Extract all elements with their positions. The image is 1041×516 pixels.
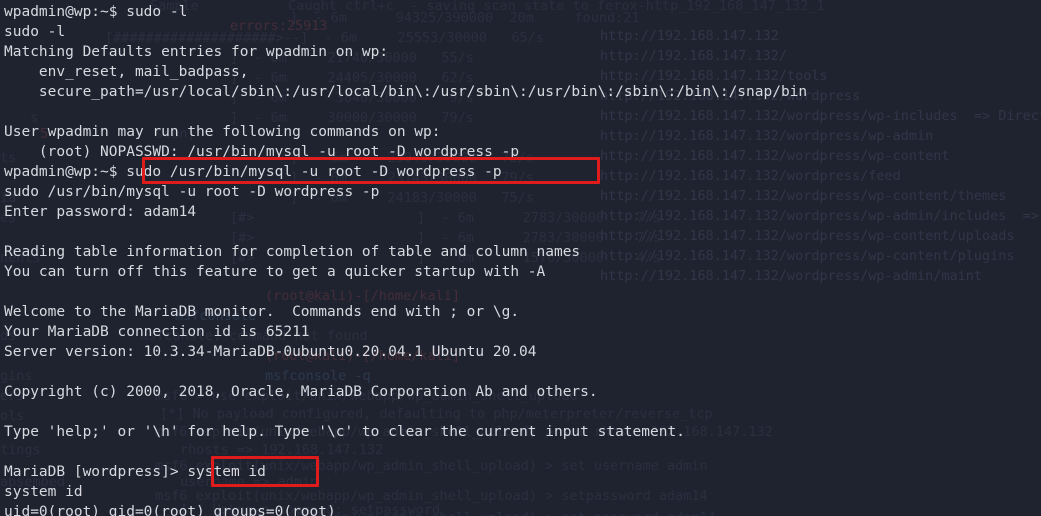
terminal-line: env_reset, mail_badpass,: [4, 64, 249, 80]
terminal-line: You can turn off this feature to get a q…: [4, 264, 546, 280]
terminal-line: uid=0(root) gid=0(root) groups=0(root): [4, 504, 336, 516]
terminal-line: sudo -l: [4, 24, 66, 40]
terminal-line: Copyright (c) 2000, 2018, Oracle, MariaD…: [4, 384, 598, 400]
terminal-line: wpadmin@wp:~$ sudo -l: [4, 4, 188, 20]
terminal-line: secure_path=/usr/local/sbin\:/usr/local/…: [4, 84, 808, 100]
terminal-line: Type 'help;' or '\h' for help. Type '\c'…: [4, 424, 685, 440]
terminal-line: Welcome to the MariaDB monitor. Commands…: [4, 304, 520, 320]
terminal-line: User wpadmin may run the following comma…: [4, 124, 441, 140]
terminal-window: Sample Caught ctrl+c - saving scan state…: [0, 0, 1041, 516]
terminal-line: Reading table information for completion…: [4, 244, 581, 260]
terminal-output-layer: wpadmin@wp:~$ sudo -l sudo -l Matching Def…: [0, 0, 1041, 516]
terminal-line: Matching Defaults entries for wpadmin on…: [4, 44, 389, 60]
terminal-line: sudo /usr/bin/mysql -u root -D wordpress…: [4, 184, 380, 200]
terminal-line: Your MariaDB connection id is 65211: [4, 324, 310, 340]
terminal-line: Server version: 10.3.34-MariaDB-0ubuntu0…: [4, 344, 537, 360]
system-id-command-highlight: [211, 456, 319, 487]
terminal-line: system id: [4, 484, 83, 500]
sudo-mysql-command-highlight: [142, 157, 600, 184]
terminal-line: Enter password: adam14: [4, 204, 197, 220]
